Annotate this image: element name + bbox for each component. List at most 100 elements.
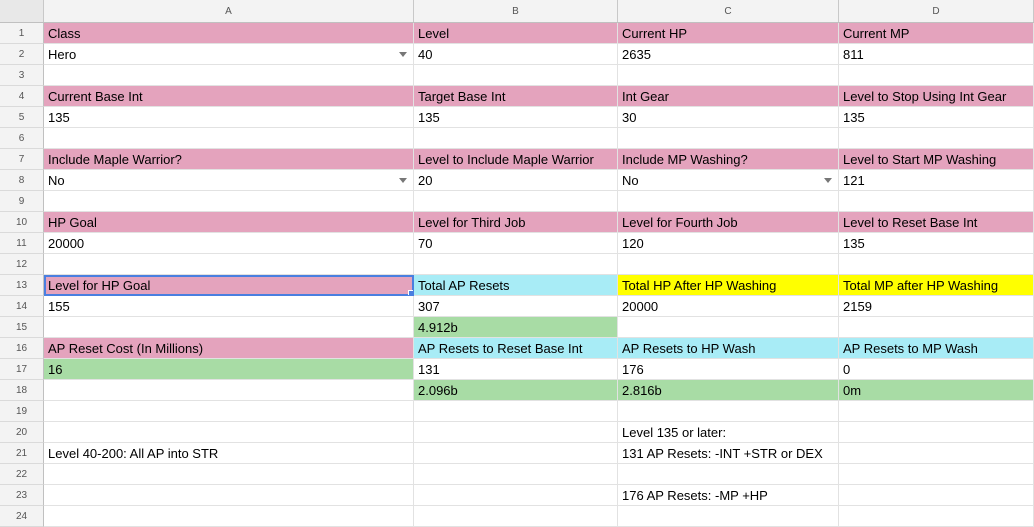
cell-b9[interactable] xyxy=(414,191,618,212)
dropdown-arrow-icon[interactable] xyxy=(399,178,407,183)
cell-c22[interactable] xyxy=(618,464,839,485)
cell-c3[interactable] xyxy=(618,65,839,86)
row-header-15[interactable]: 15 xyxy=(0,317,44,338)
cell-a24[interactable] xyxy=(44,506,414,527)
cell-d8[interactable]: 121 xyxy=(839,170,1034,191)
cell-d14[interactable]: 2159 xyxy=(839,296,1034,317)
cell-d6[interactable] xyxy=(839,128,1034,149)
cell-b8[interactable]: 20 xyxy=(414,170,618,191)
cell-c20[interactable]: Level 135 or later: xyxy=(618,422,839,443)
cell-b16[interactable]: AP Resets to Reset Base Int xyxy=(414,338,618,359)
cell-d1[interactable]: Current MP xyxy=(839,23,1034,44)
cell-c10[interactable]: Level for Fourth Job xyxy=(618,212,839,233)
cell-c7[interactable]: Include MP Washing? xyxy=(618,149,839,170)
row-header-10[interactable]: 10 xyxy=(0,212,44,233)
row-header-23[interactable]: 23 xyxy=(0,485,44,506)
cell-b15[interactable]: 4.912b xyxy=(414,317,618,338)
cell-b21[interactable] xyxy=(414,443,618,464)
cell-b4[interactable]: Target Base Int xyxy=(414,86,618,107)
row-header-14[interactable]: 14 xyxy=(0,296,44,317)
cell-a3[interactable] xyxy=(44,65,414,86)
cell-b12[interactable] xyxy=(414,254,618,275)
cell-b23[interactable] xyxy=(414,485,618,506)
cell-a8[interactable]: No xyxy=(44,170,414,191)
cell-c18[interactable]: 2.816b xyxy=(618,380,839,401)
select-all-corner[interactable] xyxy=(0,0,44,22)
cell-a6[interactable] xyxy=(44,128,414,149)
cell-b5[interactable]: 135 xyxy=(414,107,618,128)
cell-d5[interactable]: 135 xyxy=(839,107,1034,128)
row-header-7[interactable]: 7 xyxy=(0,149,44,170)
row-header-21[interactable]: 21 xyxy=(0,443,44,464)
cell-b6[interactable] xyxy=(414,128,618,149)
cell-b3[interactable] xyxy=(414,65,618,86)
row-header-22[interactable]: 22 xyxy=(0,464,44,485)
cell-d19[interactable] xyxy=(839,401,1034,422)
row-header-16[interactable]: 16 xyxy=(0,338,44,359)
cell-b19[interactable] xyxy=(414,401,618,422)
column-header-a[interactable]: A xyxy=(44,0,414,22)
cell-a7[interactable]: Include Maple Warrior? xyxy=(44,149,414,170)
cell-a9[interactable] xyxy=(44,191,414,212)
cell-b22[interactable] xyxy=(414,464,618,485)
cell-b20[interactable] xyxy=(414,422,618,443)
cell-b7[interactable]: Level to Include Maple Warrior xyxy=(414,149,618,170)
row-header-5[interactable]: 5 xyxy=(0,107,44,128)
cell-c15[interactable] xyxy=(618,317,839,338)
cell-d24[interactable] xyxy=(839,506,1034,527)
column-header-d[interactable]: D xyxy=(839,0,1034,22)
cell-d18[interactable]: 0m xyxy=(839,380,1034,401)
cell-c8[interactable]: No xyxy=(618,170,839,191)
cell-c14[interactable]: 20000 xyxy=(618,296,839,317)
cell-d12[interactable] xyxy=(839,254,1034,275)
cell-d17[interactable]: 0 xyxy=(839,359,1034,380)
cell-b14[interactable]: 307 xyxy=(414,296,618,317)
row-header-18[interactable]: 18 xyxy=(0,380,44,401)
cell-c4[interactable]: Int Gear xyxy=(618,86,839,107)
cell-c9[interactable] xyxy=(618,191,839,212)
cell-c13[interactable]: Total HP After HP Washing xyxy=(618,275,839,296)
cell-a21[interactable]: Level 40-200: All AP into STR xyxy=(44,443,414,464)
cell-b1[interactable]: Level xyxy=(414,23,618,44)
cell-d13[interactable]: Total MP after HP Washing xyxy=(839,275,1034,296)
cell-a1[interactable]: Class xyxy=(44,23,414,44)
cell-c23[interactable]: 176 AP Resets: -MP +HP xyxy=(618,485,839,506)
cell-a19[interactable] xyxy=(44,401,414,422)
cell-a12[interactable] xyxy=(44,254,414,275)
cell-d9[interactable] xyxy=(839,191,1034,212)
dropdown-arrow-icon[interactable] xyxy=(824,178,832,183)
cell-a18[interactable] xyxy=(44,380,414,401)
row-header-13[interactable]: 13 xyxy=(0,275,44,296)
cell-c24[interactable] xyxy=(618,506,839,527)
row-header-8[interactable]: 8 xyxy=(0,170,44,191)
cell-d2[interactable]: 811 xyxy=(839,44,1034,65)
cell-b2[interactable]: 40 xyxy=(414,44,618,65)
cell-d7[interactable]: Level to Start MP Washing xyxy=(839,149,1034,170)
cell-a16[interactable]: AP Reset Cost (In Millions) xyxy=(44,338,414,359)
cell-b11[interactable]: 70 xyxy=(414,233,618,254)
cell-c11[interactable]: 120 xyxy=(618,233,839,254)
cell-c5[interactable]: 30 xyxy=(618,107,839,128)
cell-c21[interactable]: 131 AP Resets: -INT +STR or DEX xyxy=(618,443,839,464)
row-header-19[interactable]: 19 xyxy=(0,401,44,422)
row-header-1[interactable]: 1 xyxy=(0,23,44,44)
cell-a14[interactable]: 155 xyxy=(44,296,414,317)
cell-a15[interactable] xyxy=(44,317,414,338)
cell-b10[interactable]: Level for Third Job xyxy=(414,212,618,233)
cell-c2[interactable]: 2635 xyxy=(618,44,839,65)
cell-c6[interactable] xyxy=(618,128,839,149)
cell-a22[interactable] xyxy=(44,464,414,485)
cell-d11[interactable]: 135 xyxy=(839,233,1034,254)
cell-b17[interactable]: 131 xyxy=(414,359,618,380)
row-header-6[interactable]: 6 xyxy=(0,128,44,149)
row-header-9[interactable]: 9 xyxy=(0,191,44,212)
cell-a20[interactable] xyxy=(44,422,414,443)
cell-b24[interactable] xyxy=(414,506,618,527)
cell-a11[interactable]: 20000 xyxy=(44,233,414,254)
cell-a17[interactable]: 16 xyxy=(44,359,414,380)
row-header-4[interactable]: 4 xyxy=(0,86,44,107)
cell-a4[interactable]: Current Base Int xyxy=(44,86,414,107)
row-header-20[interactable]: 20 xyxy=(0,422,44,443)
cell-a10[interactable]: HP Goal xyxy=(44,212,414,233)
column-header-b[interactable]: B xyxy=(414,0,618,22)
